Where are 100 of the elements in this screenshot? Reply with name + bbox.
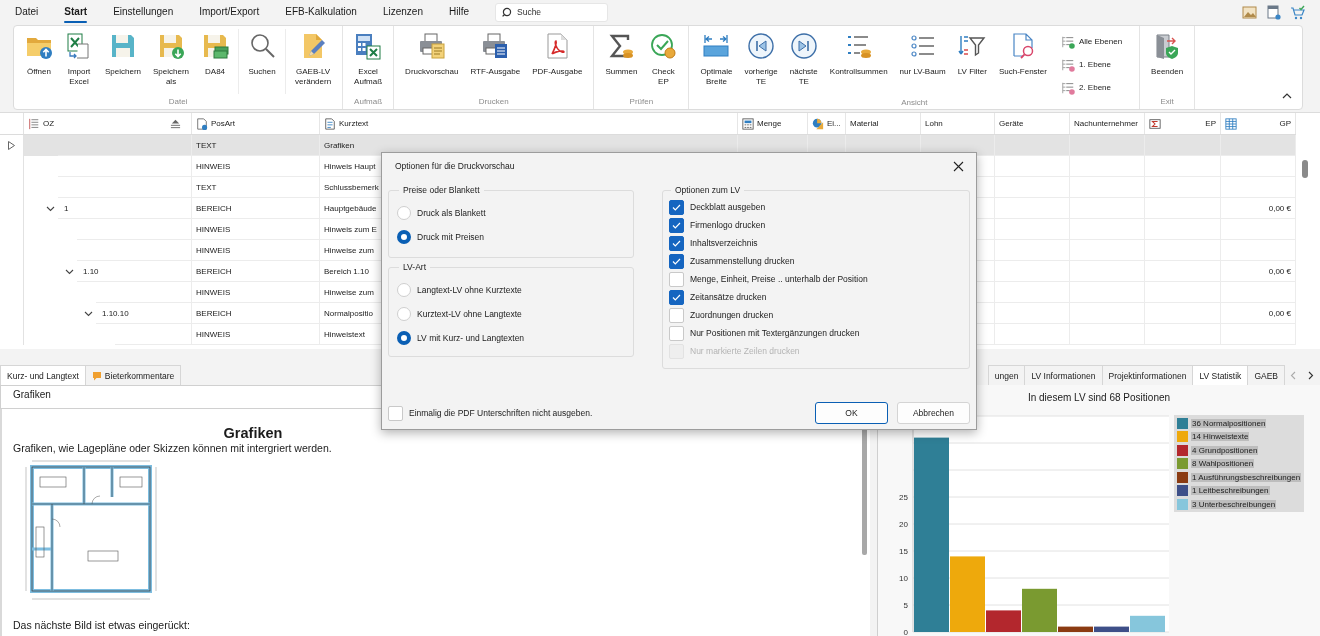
search-icon	[502, 7, 512, 17]
ribbon-button[interactable]: nächste TE	[783, 29, 824, 89]
menu-tab[interactable]: Hilfe	[435, 0, 482, 24]
menu-tab[interactable]: EFB-Kalkulation	[272, 0, 370, 24]
table-row[interactable]: TEXT Grafiken	[0, 135, 1296, 156]
list-icon	[1060, 57, 1075, 72]
ribbon-button[interactable]: RTF-Ausgabe	[464, 29, 527, 79]
panel-tab[interactable]: GAEB	[1247, 365, 1285, 385]
panel-tab[interactable]: ungen	[987, 365, 1026, 385]
column-header[interactable]: PosArt	[192, 113, 320, 134]
table-cell: BEREICH	[192, 303, 320, 324]
column-header[interactable]: Geräte	[995, 113, 1070, 134]
ribbon-button[interactable]: Druckvorschau	[399, 29, 465, 79]
scrollbar-thumb[interactable]	[1302, 160, 1308, 178]
ribbon-button[interactable]: Optimale Breite	[694, 29, 739, 89]
search-icon	[248, 32, 277, 60]
column-header[interactable]: Lohn	[921, 113, 995, 134]
group-title: LV-Art	[402, 262, 427, 272]
ribbon-button[interactable]: Speichern	[99, 29, 148, 79]
column-header[interactable]: OZ	[24, 113, 192, 134]
checkbox[interactable]	[669, 289, 684, 305]
radio-button[interactable]	[397, 331, 411, 345]
column-header[interactable]: Kurztext	[320, 113, 738, 134]
menu-tab[interactable]: Start	[51, 0, 101, 24]
table-cell: 0,00 €	[1221, 261, 1296, 282]
ribbon-button[interactable]: Such-Fenster	[992, 29, 1053, 79]
menu-tab[interactable]: Einstellungen	[100, 0, 187, 24]
legend-label: 14 Hinweistexte	[1191, 432, 1250, 441]
cart-check-icon[interactable]	[1290, 4, 1305, 20]
ribbon-button[interactable]: Beenden	[1145, 29, 1190, 79]
table-cell: TEXT	[192, 135, 320, 156]
dialog-button[interactable]: Abbrechen	[897, 402, 970, 424]
table-cell: BEREICH	[192, 198, 320, 219]
ribbon-button[interactable]: PDF-Ausgabe	[526, 29, 589, 79]
group-title: Preise oder Blankett	[402, 185, 481, 195]
axis-tick-label: 25	[899, 493, 908, 502]
chevron-down-icon[interactable]	[64, 268, 74, 275]
column-header[interactable]: GP	[1221, 113, 1296, 134]
axis-tick-label: 15	[899, 547, 908, 556]
legend-label: 36 Normalpositionen	[1191, 418, 1267, 428]
radio-button[interactable]	[397, 230, 411, 244]
search-field[interactable]: Suche	[495, 2, 608, 22]
legend-label: 8 Wahlpositionen	[1191, 459, 1255, 468]
ribbon-button[interactable]: Speichern als	[147, 29, 196, 89]
ribbon-button[interactable]: Kontrollsummen	[823, 29, 894, 79]
checkbox[interactable]	[669, 235, 684, 251]
chevron-left-icon	[1290, 370, 1296, 380]
column-header[interactable]: EP	[1145, 113, 1221, 134]
chevron-down-icon[interactable]	[45, 205, 55, 212]
ribbon-button[interactable]: Alle Ebenen	[1060, 34, 1123, 49]
checkbox[interactable]	[669, 199, 684, 215]
ribbon-button[interactable]: Öffnen	[19, 29, 59, 79]
group-label: Datei	[167, 96, 189, 108]
radio-label[interactable]: Kurztext-LV ohne Langtexte	[417, 309, 522, 319]
speech-bubble-icon	[91, 370, 102, 381]
printer-document-icon	[481, 32, 510, 60]
chevron-down-icon[interactable]	[83, 310, 93, 317]
radio-label[interactable]: Druck mit Preisen	[417, 232, 485, 242]
group-label: Prüfen	[628, 96, 655, 108]
column-header[interactable]: Ei...	[808, 113, 846, 134]
menu-tab[interactable]: Lizenzen	[369, 0, 436, 24]
ribbon-button[interactable]: DA84	[195, 29, 236, 79]
panel-tab[interactable]: LV Statistik	[1192, 365, 1249, 385]
ribbon-button[interactable]: Excel Aufmaß	[348, 29, 389, 89]
menu-tab[interactable]: Import/Export	[186, 0, 273, 24]
dialog-button[interactable]: OK	[815, 402, 888, 424]
group-label: Exit	[1159, 96, 1175, 108]
ribbon-button[interactable]: 2. Ebene	[1060, 80, 1123, 95]
checkbox[interactable]	[669, 217, 684, 233]
table-cell: BEREICH	[192, 261, 320, 282]
ribbon-button[interactable]: Summen	[599, 29, 644, 79]
ribbon-button[interactable]: 1. Ebene	[1060, 57, 1123, 72]
checkbox-label[interactable]: Einmalig die PDF Unterschriften nicht ausgeben.	[409, 408, 593, 418]
ribbon-button[interactable]: nur LV-Baum	[893, 29, 952, 79]
panel-tab[interactable]: Bieterkommentare	[84, 365, 182, 385]
sort-icon	[170, 118, 181, 129]
table-cell: HINWEIS	[192, 282, 320, 303]
ribbon-button[interactable]: Import Excel	[59, 29, 99, 89]
column-header[interactable]: Nachunternehmer	[1070, 113, 1145, 134]
ribbon-button[interactable]: vorherige TE	[738, 29, 784, 89]
radio-label[interactable]: LV mit Kurz- und Langtexten	[417, 333, 525, 343]
ribbon-button[interactable]: LV Filter	[951, 29, 993, 79]
sigma-icon	[1149, 117, 1161, 130]
radio-label[interactable]: Druck als Blankett	[417, 208, 486, 218]
table-icon	[1225, 117, 1237, 130]
ribbon-button[interactable]: Suchen	[242, 29, 283, 79]
ribbon-button[interactable]: GAEB-LV verändern	[289, 29, 338, 89]
picture-icon[interactable]	[1242, 4, 1257, 20]
ribbon-button[interactable]: Check EP	[643, 29, 684, 89]
table-cell: HINWEIS	[192, 324, 320, 345]
column-header[interactable]: Menge	[738, 113, 808, 134]
table-cell: HINWEIS	[192, 219, 320, 240]
calculator-icon	[742, 117, 754, 130]
column-header[interactable]: Material	[846, 113, 921, 134]
table-cell: 1.10	[77, 261, 191, 282]
panel-tab[interactable]: Kurz- und Langtext	[0, 365, 86, 385]
radio-label[interactable]: Langtext-LV ohne Kurztexte	[417, 285, 522, 295]
table-cell: HINWEIS	[192, 156, 320, 177]
menu-tab[interactable]: Datei	[2, 0, 52, 24]
checkbox[interactable]	[669, 253, 684, 269]
